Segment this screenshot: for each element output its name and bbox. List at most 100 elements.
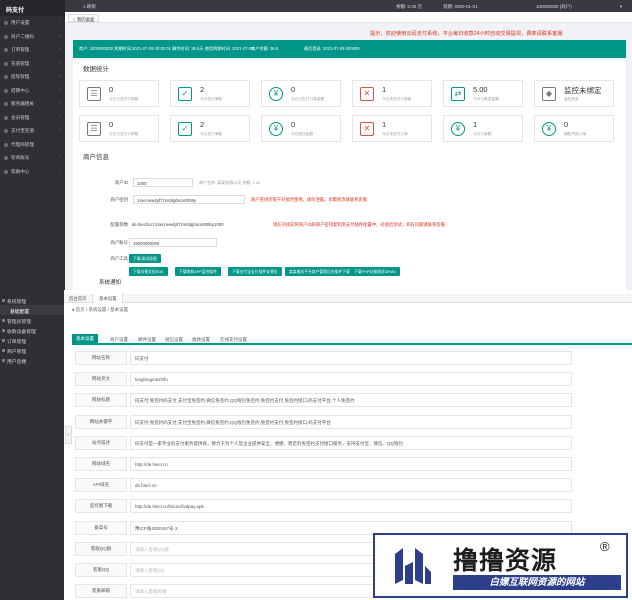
merchant-sidebar: 码支付 用户设置 ‹ 商户二维码 ‹ 订单管理 ‹ 充值管理 ‹ 提现管理 ‹ 结算中心 ‹ 服务器相关… bbox=[0, 0, 65, 290]
stat-icon: ¥ bbox=[542, 122, 556, 136]
tab-basic-settings[interactable]: 基本设置 bbox=[94, 294, 123, 303]
form-label: API域名 bbox=[75, 478, 127, 493]
stat-value: 监控未绑定 bbox=[564, 86, 602, 95]
tab-desktop[interactable]: ○ 我的桌面 bbox=[68, 14, 100, 22]
form-label: 网站标题 bbox=[75, 393, 127, 408]
form-label: 网站名称 bbox=[75, 351, 127, 365]
breadcrumb: ♠ 首页 / 系统设置 / 基本设置 bbox=[72, 307, 129, 312]
merchant-tool-button[interactable]: 下载支付宝支付插件安装包 bbox=[228, 267, 282, 276]
sidebar-item[interactable]: 轮询账号 ‹ bbox=[0, 151, 65, 165]
form-input[interactable]: de.hiecl.cn bbox=[130, 478, 572, 493]
menu-square-icon bbox=[2, 348, 5, 352]
stat-card: ☰ 0 今日已支付订单数 bbox=[79, 80, 159, 107]
settings-tab[interactable]: 在线支付设置 bbox=[216, 335, 251, 344]
menu-square-icon bbox=[2, 318, 5, 322]
menu-square-icon bbox=[2, 328, 5, 332]
sidebar-item[interactable]: 订单管理 ‹ bbox=[0, 43, 65, 57]
watermark-logo-icon bbox=[395, 548, 431, 584]
menu-square-icon bbox=[2, 298, 5, 302]
watermark-badge: 撸撸资源 ® 白嫖互联网资源的网站 bbox=[373, 533, 628, 598]
stat-icon: ¥ bbox=[269, 122, 283, 136]
merchant-dashboard-screenshot: 码支付 用户设置 ‹ 商户二维码 ‹ 订单管理 ‹ 充值管理 ‹ 提现管理 ‹ 结算中心 ‹ 服务器相关… bbox=[0, 0, 632, 290]
config-field[interactable]: de.hiecl1crz14ecnew4pf7zm0dg0xcx0006y100… bbox=[129, 220, 271, 229]
menu-dot-icon bbox=[4, 115, 8, 120]
chevron-left-icon: ‹ bbox=[58, 19, 60, 24]
admin-sidebar-item[interactable]: 基础配置 bbox=[0, 305, 64, 315]
settings-tab[interactable]: 收款设置 bbox=[188, 335, 214, 344]
stat-value: 2 bbox=[200, 120, 205, 129]
watermark-title: 撸撸资源 bbox=[453, 546, 558, 575]
stat-card: ¥1 今日订单数 bbox=[443, 115, 523, 142]
form-input[interactable]: longlongmazhifu bbox=[130, 372, 572, 387]
menu-dot-icon bbox=[4, 129, 8, 133]
admin-sidebar-item[interactable]: 商户管理 bbox=[0, 345, 64, 355]
stat-icon: ◆ bbox=[542, 87, 556, 101]
settings-tab[interactable]: 邮件设置 bbox=[134, 335, 160, 344]
merchant-sidebar-menu: 用户设置 ‹ 商户二维码 ‹ 订单管理 ‹ 充值管理 ‹ 提现管理 ‹ 结算中心 ‹ 服务器相关 ‹ 会员管… bbox=[0, 16, 65, 178]
merchant-id-field[interactable]: 1000 bbox=[133, 178, 193, 187]
sidebar-item[interactable]: 提现管理 ‹ bbox=[0, 70, 65, 84]
admin-sidebar-label: 订单管理 bbox=[7, 339, 27, 345]
sidebar-item[interactable]: 充值管理 ‹ bbox=[0, 57, 65, 71]
settings-tab[interactable]: 短信设置 bbox=[161, 335, 187, 344]
menu-dot-icon bbox=[4, 88, 8, 93]
settings-tab[interactable]: 商户设置 bbox=[106, 335, 132, 344]
admin-sidebar-item[interactable]: 订单管理 bbox=[0, 335, 64, 345]
merchant-tool-button[interactable]: 某某服务平台商户管理后台插件下载 bbox=[285, 267, 354, 276]
form-input[interactable]: 码支付,免签约码支付,支付宝免签约,微信免签约,QQ钱包免签约,免签约支付,免签… bbox=[130, 393, 572, 408]
admin-sidebar-item[interactable]: 用户后端 bbox=[0, 355, 64, 365]
tab-home[interactable]: 后台首页 bbox=[64, 294, 93, 303]
sidebar-item[interactable]: 支付宝充值 ‹ bbox=[0, 124, 65, 138]
form-input[interactable]: 码支付是一家专业的支付服务提供商，致力于为个人及企业提供安全、便捷、稳定的免签约… bbox=[130, 435, 572, 450]
admin-sidebar-label: 基础配置 bbox=[10, 309, 30, 315]
sidebar-item[interactable]: 服务器相关 ‹ bbox=[0, 97, 65, 111]
settings-tab[interactable]: 基本设置 bbox=[72, 334, 98, 344]
merchant-tool-button[interactable]: 下载PHP对接测试DEMO bbox=[350, 267, 400, 276]
form-input[interactable]: http://de.hiecl.cn/hlicsc/livdpay.apk bbox=[130, 499, 572, 514]
admin-sidebar-label: 用户后端 bbox=[7, 359, 27, 365]
stat-card: ⇄ 5.00 今日订单总金额 bbox=[443, 80, 523, 107]
form-input[interactable]: http://de.hiecl.cn bbox=[130, 457, 572, 471]
sidebar-item-label: 帮助中心 bbox=[11, 168, 30, 174]
form-row: 网站英文 longlongmazhifu bbox=[75, 372, 575, 387]
admin-sidebar-item[interactable]: 系统管理 bbox=[0, 295, 64, 305]
stat-value: 1 bbox=[473, 120, 478, 129]
form-row: 网站域名 http://de.hiecl.cn bbox=[75, 457, 575, 471]
menu-dot-icon bbox=[4, 156, 8, 160]
sidebar-item[interactable]: 代理商管理 ‹ bbox=[0, 138, 65, 152]
form-input[interactable]: 码支付,免签约码支付,支付宝免签约,微信免签约,QQ钱包免签约,免签约支付,免签… bbox=[130, 414, 572, 429]
sidebar-item[interactable]: 用户设置 ‹ bbox=[0, 16, 65, 30]
admin-sidebar-item[interactable]: 收款设备管理 bbox=[0, 325, 64, 335]
admin-sidebar-item[interactable]: 管理员管理 bbox=[0, 315, 64, 325]
form-input[interactable]: 码支付 bbox=[130, 351, 572, 365]
account-menu[interactable]: 100000000 (商户) bbox=[536, 4, 572, 10]
merchant-key-label: 商户密钥 bbox=[110, 197, 128, 202]
form-row: 站点描述 码支付是一家专业的支付服务提供商，致力于为个人及企业提供安全、便捷、稳定… bbox=[75, 435, 575, 450]
merchant-account-field[interactable]: 15000000000 bbox=[129, 238, 217, 247]
merchant-account-label: 商户账号 bbox=[110, 240, 128, 245]
stat-card: ¥0 今日成功金额 bbox=[261, 115, 341, 142]
merchant-key-field[interactable]: 14ecnew4pf7zm0dg0xcx0006y bbox=[133, 195, 245, 204]
stat-label: 今日未支付订单 bbox=[382, 132, 408, 136]
sidebar-item-label: 商户二维码 bbox=[11, 33, 34, 39]
brand-logo: 码支付 bbox=[0, 0, 65, 16]
settings-tabs: 基本设置 商户设置 邮件设置 短信设置 收款设置 在线支付设置 bbox=[72, 333, 632, 345]
stat-value: 0 bbox=[564, 120, 569, 129]
merchant-tool-button[interactable]: 下载收款APP监控软件 bbox=[175, 267, 221, 276]
sidebar-collapse-handle[interactable]: ‹ bbox=[65, 426, 72, 444]
sidebar-item[interactable]: 帮助中心 ‹ bbox=[0, 165, 65, 179]
stat-label: 今日总订单数 bbox=[200, 132, 223, 136]
merchant-test-button[interactable]: 下载/测试收银 bbox=[129, 254, 161, 263]
sidebar-item[interactable]: 结算中心 ‹ bbox=[0, 84, 65, 98]
chevron-down-icon[interactable]: ▾ bbox=[620, 4, 622, 10]
stat-card: ✕ 1 今日未支付订单 bbox=[352, 115, 432, 142]
sidebar-item[interactable]: 会员管理 ‹ bbox=[0, 111, 65, 125]
refresh-button[interactable]: ≡ 刷新 bbox=[83, 4, 96, 10]
sidebar-item-label: 轮询账号 bbox=[11, 155, 30, 160]
merchant-tool-button[interactable]: 下载对接文档SDK bbox=[129, 267, 168, 276]
form-row: 网站关键字 码支付,免签约码支付,支付宝免签约,微信免签约,QQ钱包免签约,免签约… bbox=[75, 414, 575, 429]
stat-card: ☰ 0 今日已支付订单数 bbox=[79, 115, 159, 142]
sidebar-item-label: 代理商管理 bbox=[11, 141, 34, 147]
sidebar-item[interactable]: 商户二维码 ‹ bbox=[0, 30, 65, 44]
form-label: 网站英文 bbox=[75, 372, 127, 387]
